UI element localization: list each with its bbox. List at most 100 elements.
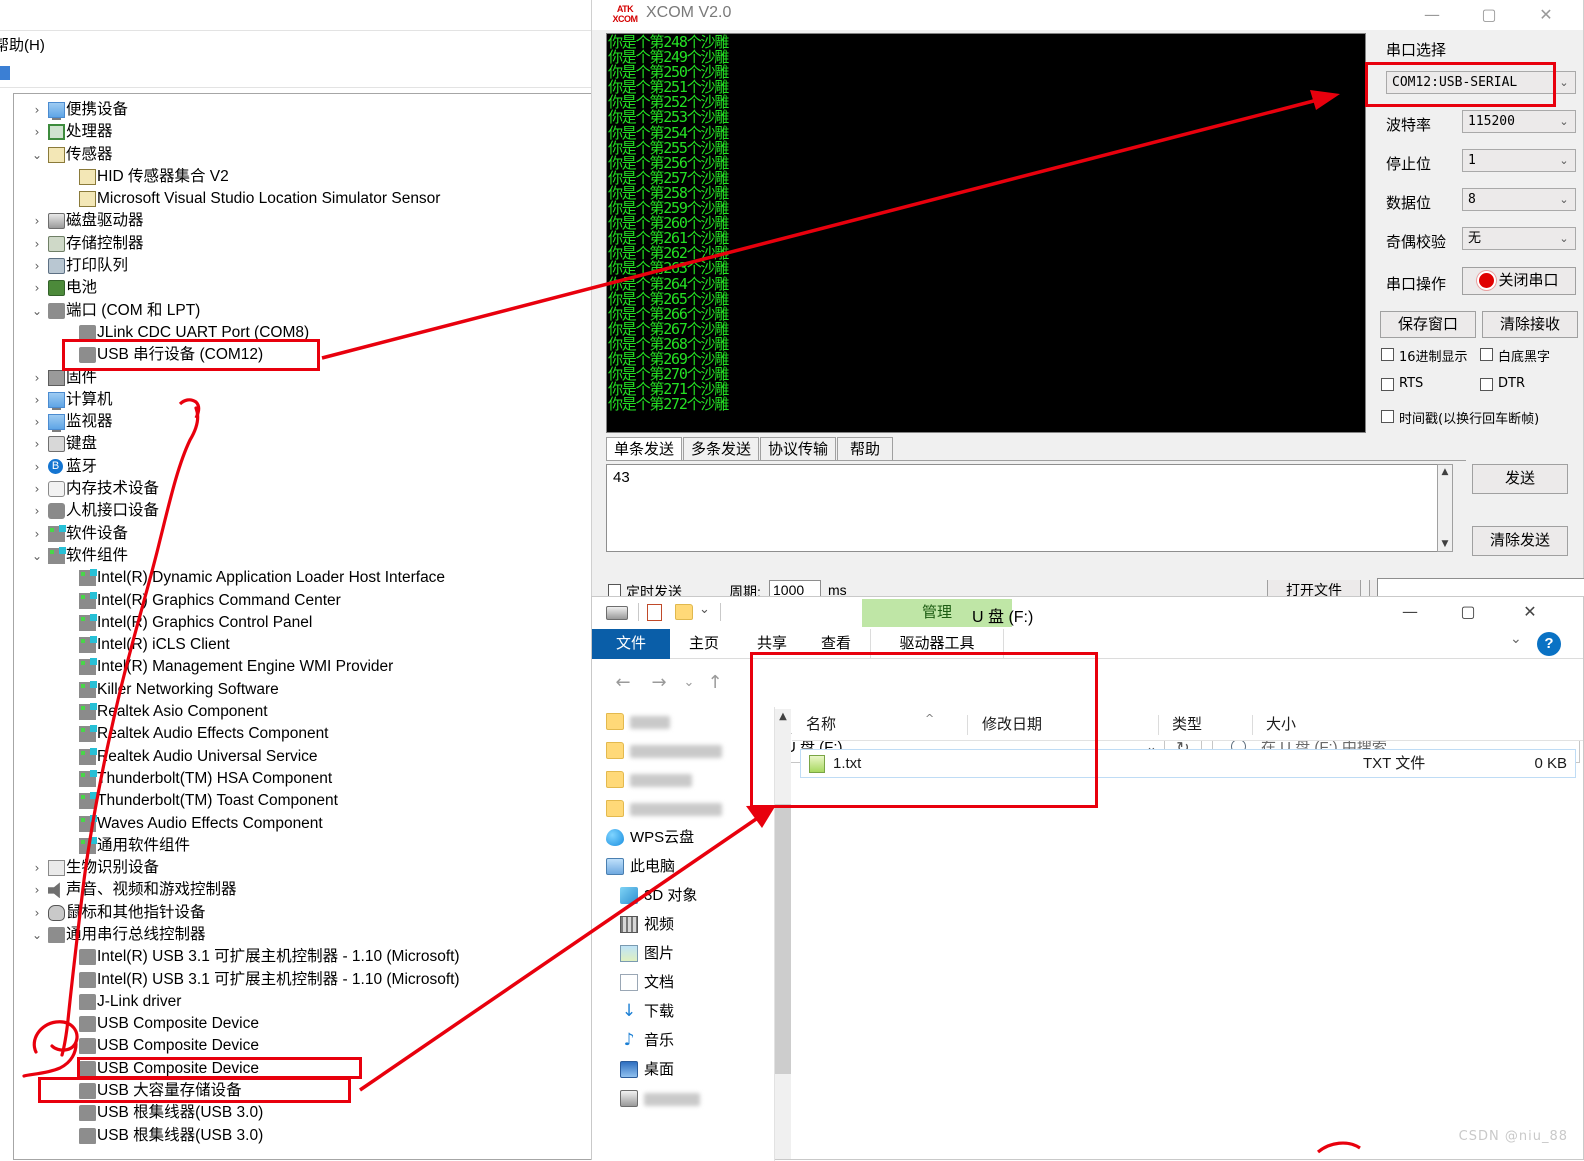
- checkbox-box[interactable]: [1381, 378, 1394, 391]
- device-tree-item[interactable]: USB Composite Device: [14, 1013, 612, 1035]
- device-tree-item[interactable]: J-Link driver: [14, 991, 612, 1013]
- device-tree-item[interactable]: › 监视器: [14, 411, 612, 433]
- device-tree-item[interactable]: › 计算机: [14, 389, 612, 411]
- checkbox-box[interactable]: [1381, 348, 1394, 361]
- column-header-modified[interactable]: 修改日期: [982, 709, 1042, 741]
- device-tree-item[interactable]: Thunderbolt(TM) HSA Component: [14, 768, 612, 790]
- ribbon-tab-drive-tools[interactable]: 驱动器工具: [870, 629, 1004, 659]
- chevron-down-icon[interactable]: ⌄: [30, 924, 44, 946]
- chevron-down-icon[interactable]: ⌄: [30, 144, 44, 166]
- chevron-right-icon[interactable]: ›: [30, 456, 44, 478]
- nav-pane-item[interactable]: 文档: [592, 968, 774, 997]
- chevron-down-icon[interactable]: ⌄: [1557, 228, 1571, 249]
- device-tree-item[interactable]: USB 根集线器(USB 3.0): [14, 1125, 612, 1147]
- save-window-button[interactable]: 保存窗口: [1380, 311, 1476, 338]
- ribbon-tab-home[interactable]: 主页: [674, 629, 734, 659]
- xcom-send-textarea[interactable]: 43: [606, 464, 1452, 552]
- device-tree-item[interactable]: ⌄ 软件组件: [14, 545, 612, 567]
- chevron-right-icon[interactable]: ›: [30, 433, 44, 455]
- device-tree-item[interactable]: JLink CDC UART Port (COM8): [14, 322, 612, 344]
- nav-pane-item[interactable]: ↓ 下载: [592, 997, 774, 1026]
- ribbon-collapse-icon[interactable]: ⌄: [1510, 631, 1522, 647]
- folder-icon[interactable]: [675, 604, 693, 620]
- help-icon[interactable]: ?: [1537, 632, 1561, 656]
- device-tree-item[interactable]: Intel(R) iCLS Client: [14, 634, 612, 656]
- chevron-right-icon[interactable]: ›: [30, 411, 44, 433]
- device-tree-item[interactable]: › 处理器: [14, 121, 612, 143]
- xcom-tab-0[interactable]: 单条发送: [606, 437, 682, 461]
- device-tree-item[interactable]: Intel(R) Graphics Command Center: [14, 590, 612, 612]
- device-tree-item[interactable]: › 键盘: [14, 433, 612, 455]
- column-header-type[interactable]: 类型: [1172, 709, 1202, 741]
- chevron-right-icon[interactable]: ›: [30, 367, 44, 389]
- nav-pane-item[interactable]: [592, 765, 774, 794]
- stopbit-combo[interactable]: 1 ⌄: [1462, 149, 1576, 172]
- column-divider[interactable]: [967, 715, 968, 735]
- device-tree-item[interactable]: USB 根集线器(USB 3.0): [14, 1102, 612, 1124]
- chevron-down-icon[interactable]: ⌄: [699, 602, 710, 617]
- scroll-up-icon[interactable]: ▲: [1438, 465, 1452, 479]
- ribbon-tab-file[interactable]: 文件: [592, 629, 670, 659]
- file-list-scrollbar[interactable]: ▲: [775, 709, 791, 1159]
- recent-locations-button[interactable]: ⌄: [676, 670, 702, 696]
- nav-pane-item[interactable]: 桌面: [592, 1055, 774, 1084]
- device-tree-item[interactable]: › 便携设备: [14, 99, 612, 121]
- forward-button[interactable]: →: [646, 670, 672, 696]
- device-tree-item[interactable]: › 生物识别设备: [14, 857, 612, 879]
- checkbox-box[interactable]: [1381, 410, 1394, 423]
- device-tree-item[interactable]: HID 传感器集合 V2: [14, 166, 612, 188]
- clear-receive-button[interactable]: 清除接收: [1482, 311, 1578, 338]
- nav-pane-item[interactable]: ♪ 音乐: [592, 1026, 774, 1055]
- device-tree-item[interactable]: ⌄ 传感器: [14, 144, 612, 166]
- xcom-maximize-button[interactable]: ▢: [1461, 0, 1517, 30]
- xcom-send-tabs[interactable]: 单条发送 多条发送 协议传输 帮助: [606, 437, 1466, 461]
- nav-pane-item[interactable]: 视频: [592, 910, 774, 939]
- chevron-down-icon[interactable]: ⌄: [1557, 150, 1571, 171]
- column-header-name[interactable]: 名称: [806, 709, 836, 741]
- xcom-tab-1[interactable]: 多条发送: [683, 437, 759, 461]
- device-tree-item[interactable]: ⌄ 通用串行总线控制器: [14, 924, 612, 946]
- chevron-right-icon[interactable]: ›: [30, 210, 44, 232]
- navigation-pane[interactable]: WPS云盘 此电脑 3D 对象 视频 图片 文档 ↓ 下载 ♪ 音乐 桌面: [592, 707, 774, 1161]
- nav-pane-item[interactable]: 图片: [592, 939, 774, 968]
- nav-pane-item[interactable]: [592, 707, 774, 736]
- device-tree-item[interactable]: › B 蓝牙: [14, 456, 612, 478]
- device-tree-item[interactable]: › 打印队列: [14, 255, 612, 277]
- chevron-right-icon[interactable]: ›: [30, 121, 44, 143]
- chevron-right-icon[interactable]: ›: [30, 277, 44, 299]
- device-tree-item[interactable]: › 鼠标和其他指针设备: [14, 902, 612, 924]
- device-tree-item[interactable]: › 电池: [14, 277, 612, 299]
- scroll-up-icon[interactable]: ▲: [775, 709, 791, 725]
- chevron-right-icon[interactable]: ›: [30, 523, 44, 545]
- scroll-down-icon[interactable]: ▼: [1438, 537, 1452, 551]
- device-tree-item[interactable]: USB 串行设备 (COM12): [14, 344, 612, 366]
- databit-combo[interactable]: 8 ⌄: [1462, 188, 1576, 211]
- nav-pane-item[interactable]: [592, 736, 774, 765]
- xcom-send-scrollbar[interactable]: ▲ ▼: [1437, 464, 1453, 552]
- port-select-combo[interactable]: COM12:USB-SERIAL ⌄: [1386, 71, 1576, 94]
- checkbox-box[interactable]: [1480, 378, 1493, 391]
- device-tree-item[interactable]: USB Composite Device: [14, 1035, 612, 1057]
- device-tree-item[interactable]: USB Composite Device: [14, 1058, 612, 1080]
- device-tree-item[interactable]: › 磁盘驱动器: [14, 210, 612, 232]
- chevron-right-icon[interactable]: ›: [30, 389, 44, 411]
- nav-pane-item[interactable]: [592, 1084, 774, 1113]
- table-row[interactable]: 1.txt TXT 文件 0 KB: [800, 749, 1576, 778]
- device-tree-item[interactable]: Intel(R) USB 3.1 可扩展主机控制器 - 1.10 (Micros…: [14, 969, 612, 991]
- menu-item-help[interactable]: 帮助(H): [0, 37, 45, 54]
- chevron-down-icon[interactable]: ⌄: [1557, 189, 1571, 210]
- nav-pane-item[interactable]: [592, 794, 774, 823]
- checklist-icon[interactable]: [647, 604, 662, 621]
- send-button[interactable]: 发送: [1472, 464, 1568, 494]
- close-port-button[interactable]: 关闭串口: [1462, 267, 1576, 295]
- xcom-minimize-button[interactable]: —: [1404, 0, 1460, 30]
- device-tree-item[interactable]: › 人机接口设备: [14, 500, 612, 522]
- device-tree-item[interactable]: Waves Audio Effects Component: [14, 813, 612, 835]
- checkbox-box[interactable]: [1480, 348, 1493, 361]
- device-tree-panel[interactable]: › 便携设备 › 处理器 ⌄ 传感器 HID 传感器集合 V2 Microsoft Visua…: [13, 93, 612, 1160]
- explorer-close-button[interactable]: ✕: [1502, 597, 1558, 627]
- back-button[interactable]: ←: [610, 670, 636, 696]
- column-divider[interactable]: [1158, 715, 1159, 735]
- device-tree-item[interactable]: › 软件设备: [14, 523, 612, 545]
- xcom-receive-area[interactable]: 你是个第248个沙雕 你是个第249个沙雕 你是个第250个沙雕 你是个第251…: [606, 33, 1366, 433]
